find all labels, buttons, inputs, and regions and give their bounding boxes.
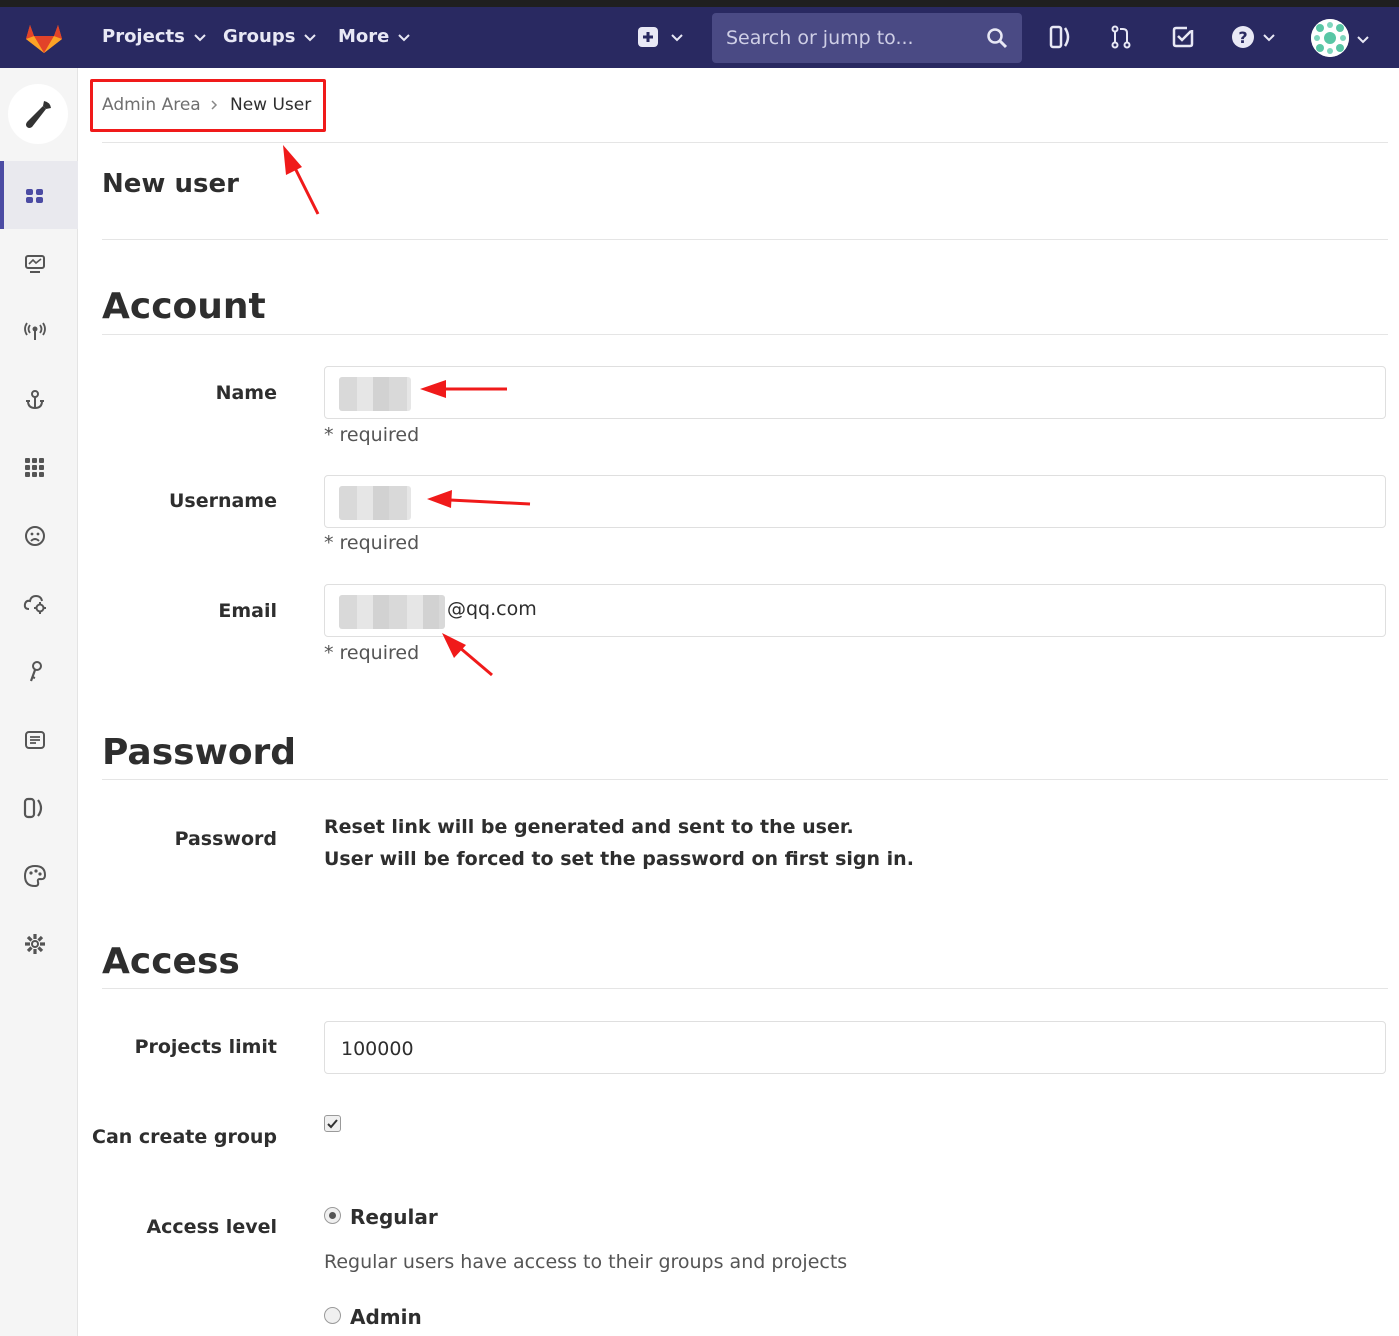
annotation-arrow-breadcrumb: [283, 145, 320, 215]
email-domain-text: @qq.com: [447, 598, 537, 620]
username-label: Username: [168, 490, 277, 512]
todo-check-icon[interactable]: [1170, 24, 1196, 50]
divider: [102, 779, 1388, 780]
service-templates-icon[interactable]: [22, 727, 48, 753]
password-label: Password: [174, 828, 277, 850]
search-icon: [987, 28, 1008, 49]
chevron-right-icon: [211, 100, 218, 110]
section-title-account: Account: [102, 286, 266, 327]
chevron-down-icon: [1263, 34, 1275, 42]
page-title: New user: [102, 169, 239, 199]
chevron-down-icon: [398, 33, 411, 41]
can-create-group-label: Can create group: [92, 1126, 277, 1148]
password-info-line2: User will be forced to set the password …: [324, 848, 914, 870]
chevron-down-icon: [194, 33, 206, 41]
divider: [102, 988, 1388, 989]
divider: [102, 239, 1388, 240]
name-field[interactable]: [324, 366, 1386, 419]
radio-selected-dot: [329, 1212, 336, 1219]
appearance-palette-icon[interactable]: [22, 863, 48, 889]
email-required-hint: * required: [324, 642, 420, 664]
issues-board-icon[interactable]: [1048, 24, 1074, 50]
nav-projects-label: Projects: [102, 26, 185, 47]
name-label: Name: [215, 382, 277, 404]
gitlab-logo-icon[interactable]: [24, 19, 64, 55]
user-avatar[interactable]: [1311, 19, 1349, 57]
redacted-value: [339, 377, 411, 411]
overview-grid-icon[interactable]: [22, 183, 48, 209]
system-hooks-icon[interactable]: [22, 387, 48, 413]
password-info-line1: Reset link will be generated and sent to…: [324, 816, 854, 838]
name-required-hint: * required: [324, 424, 420, 446]
messages-broadcast-icon[interactable]: [22, 318, 48, 344]
nav-groups-label: Groups: [223, 26, 296, 47]
username-required-hint: * required: [324, 532, 420, 554]
merge-request-icon[interactable]: [1108, 24, 1134, 50]
help-question-icon: ?: [1232, 26, 1254, 48]
section-title-access: Access: [102, 941, 240, 982]
access-level-admin-label[interactable]: Admin: [350, 1305, 422, 1329]
projects-limit-label: Projects limit: [134, 1036, 277, 1058]
email-label: Email: [218, 600, 277, 622]
deploy-keys-icon[interactable]: [22, 659, 48, 685]
access-level-label: Access level: [146, 1216, 277, 1238]
top-navbar: Projects Groups More ?: [0, 7, 1399, 68]
nav-groups[interactable]: Groups: [223, 26, 317, 47]
chevron-down-icon: [304, 33, 317, 41]
nav-more-label: More: [338, 26, 390, 47]
chevron-down-icon[interactable]: [1356, 32, 1370, 46]
section-title-password: Password: [102, 732, 297, 773]
settings-gear-icon[interactable]: [22, 931, 48, 957]
divider: [102, 334, 1388, 335]
redacted-value: [339, 595, 445, 629]
plus-square-icon: [638, 27, 658, 47]
projects-limit-field[interactable]: [324, 1021, 1386, 1074]
can-create-group-checkbox[interactable]: [324, 1115, 341, 1132]
help-dropdown[interactable]: ?: [1230, 24, 1276, 50]
labels-icon[interactable]: [22, 795, 48, 821]
new-item-dropdown[interactable]: [636, 25, 684, 49]
admin-sidebar: [0, 68, 78, 1336]
breadcrumb-admin-area[interactable]: Admin Area: [102, 95, 201, 115]
nav-projects[interactable]: Projects: [102, 26, 207, 47]
access-level-regular-radio[interactable]: [324, 1207, 341, 1224]
kubernetes-cloud-icon[interactable]: [22, 591, 48, 617]
chevron-down-icon: [671, 34, 683, 42]
redacted-value: [339, 486, 411, 520]
divider: [102, 142, 1388, 143]
breadcrumb-current[interactable]: New User: [230, 95, 311, 115]
search-input[interactable]: [726, 25, 976, 51]
wrench-icon: [26, 101, 51, 128]
access-level-regular-label[interactable]: Regular: [350, 1205, 438, 1229]
abuse-reports-icon[interactable]: [22, 523, 48, 549]
checkmark-icon: [327, 1119, 338, 1129]
identicon-icon: [1311, 19, 1349, 57]
sidebar-header[interactable]: [8, 84, 68, 144]
svg-text:?: ?: [1238, 28, 1247, 47]
access-level-admin-radio[interactable]: [324, 1307, 341, 1324]
email-field[interactable]: @qq.com: [324, 584, 1386, 637]
nav-more[interactable]: More: [338, 26, 411, 47]
annotation-arrow-email: [442, 633, 493, 677]
access-level-regular-help: Regular users have access to their group…: [324, 1251, 848, 1273]
monitoring-icon[interactable]: [22, 251, 48, 277]
username-field[interactable]: [324, 475, 1386, 528]
search-box[interactable]: [712, 13, 1022, 63]
projects-limit-input[interactable]: [341, 1036, 1361, 1062]
window-top-strip: [0, 0, 1399, 7]
applications-grid-icon[interactable]: [22, 455, 48, 481]
